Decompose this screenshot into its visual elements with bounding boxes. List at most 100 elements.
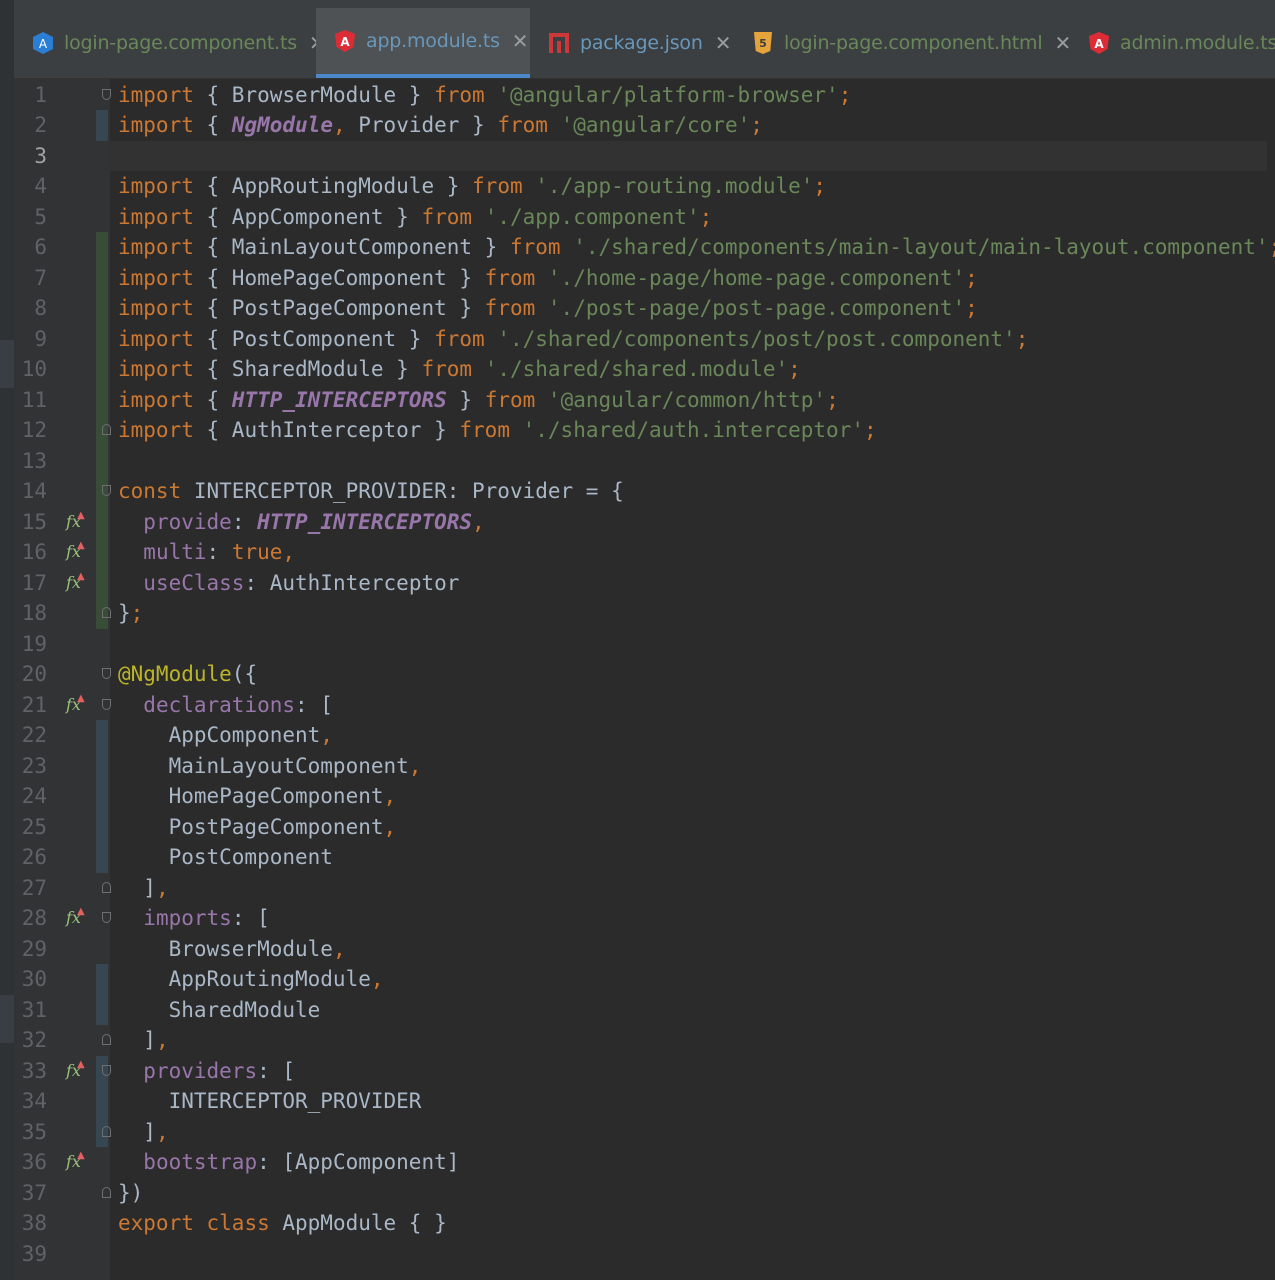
- code-text[interactable]: };: [110, 598, 1267, 629]
- code-token: from: [509, 235, 561, 259]
- function-implementation-icon[interactable]: fx ▲: [66, 1147, 85, 1178]
- tab-label: login-page.component.html: [784, 32, 1043, 54]
- tab-login-page-component-ts[interactable]: Alogin-page.component.ts✕: [14, 8, 326, 78]
- code-text[interactable]: INTERCEPTOR_PROVIDER: [110, 1086, 1267, 1117]
- line-number: 29: [21, 936, 47, 961]
- code-text[interactable]: export class AppModule { }: [110, 1208, 1267, 1239]
- code-text[interactable]: import { AppComponent } from './app.comp…: [110, 202, 1267, 233]
- code-text[interactable]: [110, 1239, 1267, 1270]
- code-line: BrowserModule, 29: [0, 934, 1275, 965]
- code-token: from: [459, 418, 510, 442]
- code-text[interactable]: bootstrap: [AppComponent]: [110, 1147, 1267, 1178]
- svg-text:A: A: [39, 37, 48, 51]
- code-text[interactable]: import { SharedModule } from './shared/s…: [110, 354, 1267, 385]
- line-number: 22: [21, 723, 47, 747]
- code-token: }: [446, 387, 485, 412]
- close-tab-icon[interactable]: ✕: [1054, 31, 1071, 55]
- code-text[interactable]: import { AppRoutingModule } from './app-…: [110, 171, 1267, 202]
- code-text[interactable]: imports: [: [110, 903, 1267, 934]
- line-number: 6: [34, 235, 47, 259]
- code-text[interactable]: [110, 629, 1267, 660]
- code-text[interactable]: }): [110, 1178, 1267, 1209]
- code-token: './shared/auth.interceptor': [522, 418, 864, 442]
- code-token: ,: [383, 814, 397, 839]
- fold-toggle-icon[interactable]: [102, 668, 111, 679]
- angular-icon: A: [1088, 31, 1110, 55]
- fold-toggle-icon[interactable]: [102, 1125, 111, 1137]
- close-tab-icon[interactable]: ✕: [715, 31, 732, 55]
- code-text[interactable]: import { PostComponent } from './shared/…: [110, 324, 1267, 355]
- code-line: HomePageComponent, 24: [0, 781, 1275, 812]
- code-token: : [: [295, 692, 333, 717]
- code-text[interactable]: ],: [110, 1025, 1267, 1056]
- code-text[interactable]: AppComponent,: [110, 720, 1267, 751]
- code-text[interactable]: HomePageComponent,: [110, 781, 1267, 812]
- code-text[interactable]: declarations: [: [110, 690, 1267, 721]
- code-text[interactable]: PostPageComponent,: [110, 812, 1267, 843]
- tab-login-page-component-html[interactable]: 5 login-page.component.html ✕: [734, 8, 1071, 78]
- code-text[interactable]: BrowserModule,: [110, 934, 1267, 965]
- line-number: 36: [21, 1150, 47, 1174]
- line-number: 17: [21, 570, 47, 595]
- code-text[interactable]: SharedModule: [110, 995, 1267, 1026]
- fold-toggle-icon[interactable]: [102, 1034, 111, 1045]
- code-text[interactable]: [110, 446, 1267, 477]
- close-tab-icon[interactable]: ✕: [512, 29, 529, 53]
- code-text[interactable]: MainLayoutComponent,: [110, 751, 1267, 782]
- code-text[interactable]: multi: true,: [110, 537, 1267, 568]
- code-token: class: [206, 1211, 270, 1235]
- function-implementation-icon[interactable]: fx ▲: [66, 690, 85, 721]
- code-text[interactable]: @NgModule({: [110, 659, 1267, 690]
- code-line: AppComponent, 22: [0, 720, 1275, 751]
- line-number: 31: [21, 997, 47, 1022]
- code-text[interactable]: import { HomePageComponent } from './hom…: [110, 263, 1267, 294]
- tab-app-module-ts[interactable]: Aapp.module.ts ✕: [316, 8, 530, 78]
- code-line: ], 35: [0, 1117, 1275, 1148]
- code-token: ,: [332, 936, 346, 961]
- fold-toggle-icon[interactable]: [102, 1064, 111, 1076]
- code-token: import: [118, 418, 194, 442]
- line-number: 38: [21, 1211, 47, 1235]
- code-text[interactable]: [110, 140, 1267, 171]
- fold-toggle-icon[interactable]: [102, 607, 111, 618]
- code-token: ;: [750, 113, 763, 137]
- fold-toggle-icon[interactable]: [102, 424, 111, 435]
- code-text[interactable]: PostComponent: [110, 842, 1267, 873]
- code-text[interactable]: ],: [110, 873, 1267, 904]
- code-text[interactable]: import { NgModule, Provider } from '@ang…: [110, 110, 1267, 141]
- code-line: import { HomePageComponent } from './hom…: [0, 263, 1275, 294]
- code-text[interactable]: provide: HTTP_INTERCEPTORS,: [110, 507, 1267, 538]
- code-text[interactable]: import { MainLayoutComponent } from './s…: [110, 232, 1275, 263]
- function-implementation-icon[interactable]: fx ▲: [66, 1056, 85, 1087]
- fold-toggle-icon[interactable]: [102, 485, 111, 496]
- fold-toggle-icon[interactable]: [102, 881, 111, 893]
- line-number: 13: [21, 448, 47, 473]
- code-token: import: [118, 357, 194, 381]
- function-implementation-icon[interactable]: fx ▲: [66, 903, 85, 934]
- code-text[interactable]: import { BrowserModule } from '@angular/…: [110, 80, 1267, 111]
- code-token: NgModule: [231, 113, 333, 137]
- code-token: export: [118, 1211, 194, 1235]
- code-text[interactable]: const INTERCEPTOR_PROVIDER: Provider = {: [110, 476, 1267, 507]
- code-text[interactable]: useClass: AuthInterceptor: [110, 568, 1267, 599]
- fold-toggle-icon[interactable]: [102, 88, 111, 100]
- code-text[interactable]: ],: [110, 1117, 1267, 1148]
- code-text[interactable]: import { PostPageComponent } from './pos…: [110, 293, 1267, 324]
- tab-admin-module-ts[interactable]: Aadmin.module.ts: [1070, 8, 1275, 78]
- code-text[interactable]: import { AuthInterceptor } from './share…: [110, 415, 1267, 446]
- code-text[interactable]: AppRoutingModule,: [110, 964, 1267, 995]
- fold-toggle-icon[interactable]: [102, 698, 111, 710]
- fold-toggle-icon[interactable]: [102, 1186, 111, 1198]
- code-text[interactable]: providers: [: [110, 1056, 1267, 1087]
- code-text[interactable]: import { HTTP_INTERCEPTORS } from '@angu…: [110, 385, 1267, 416]
- svg-text:5: 5: [759, 37, 767, 50]
- function-implementation-icon[interactable]: fx ▲: [66, 568, 85, 599]
- fold-toggle-icon[interactable]: [102, 912, 111, 923]
- code-token: { SharedModule }: [206, 357, 422, 381]
- tab-package-json[interactable]: package.json ✕: [530, 8, 734, 78]
- svg-text:A: A: [340, 35, 350, 49]
